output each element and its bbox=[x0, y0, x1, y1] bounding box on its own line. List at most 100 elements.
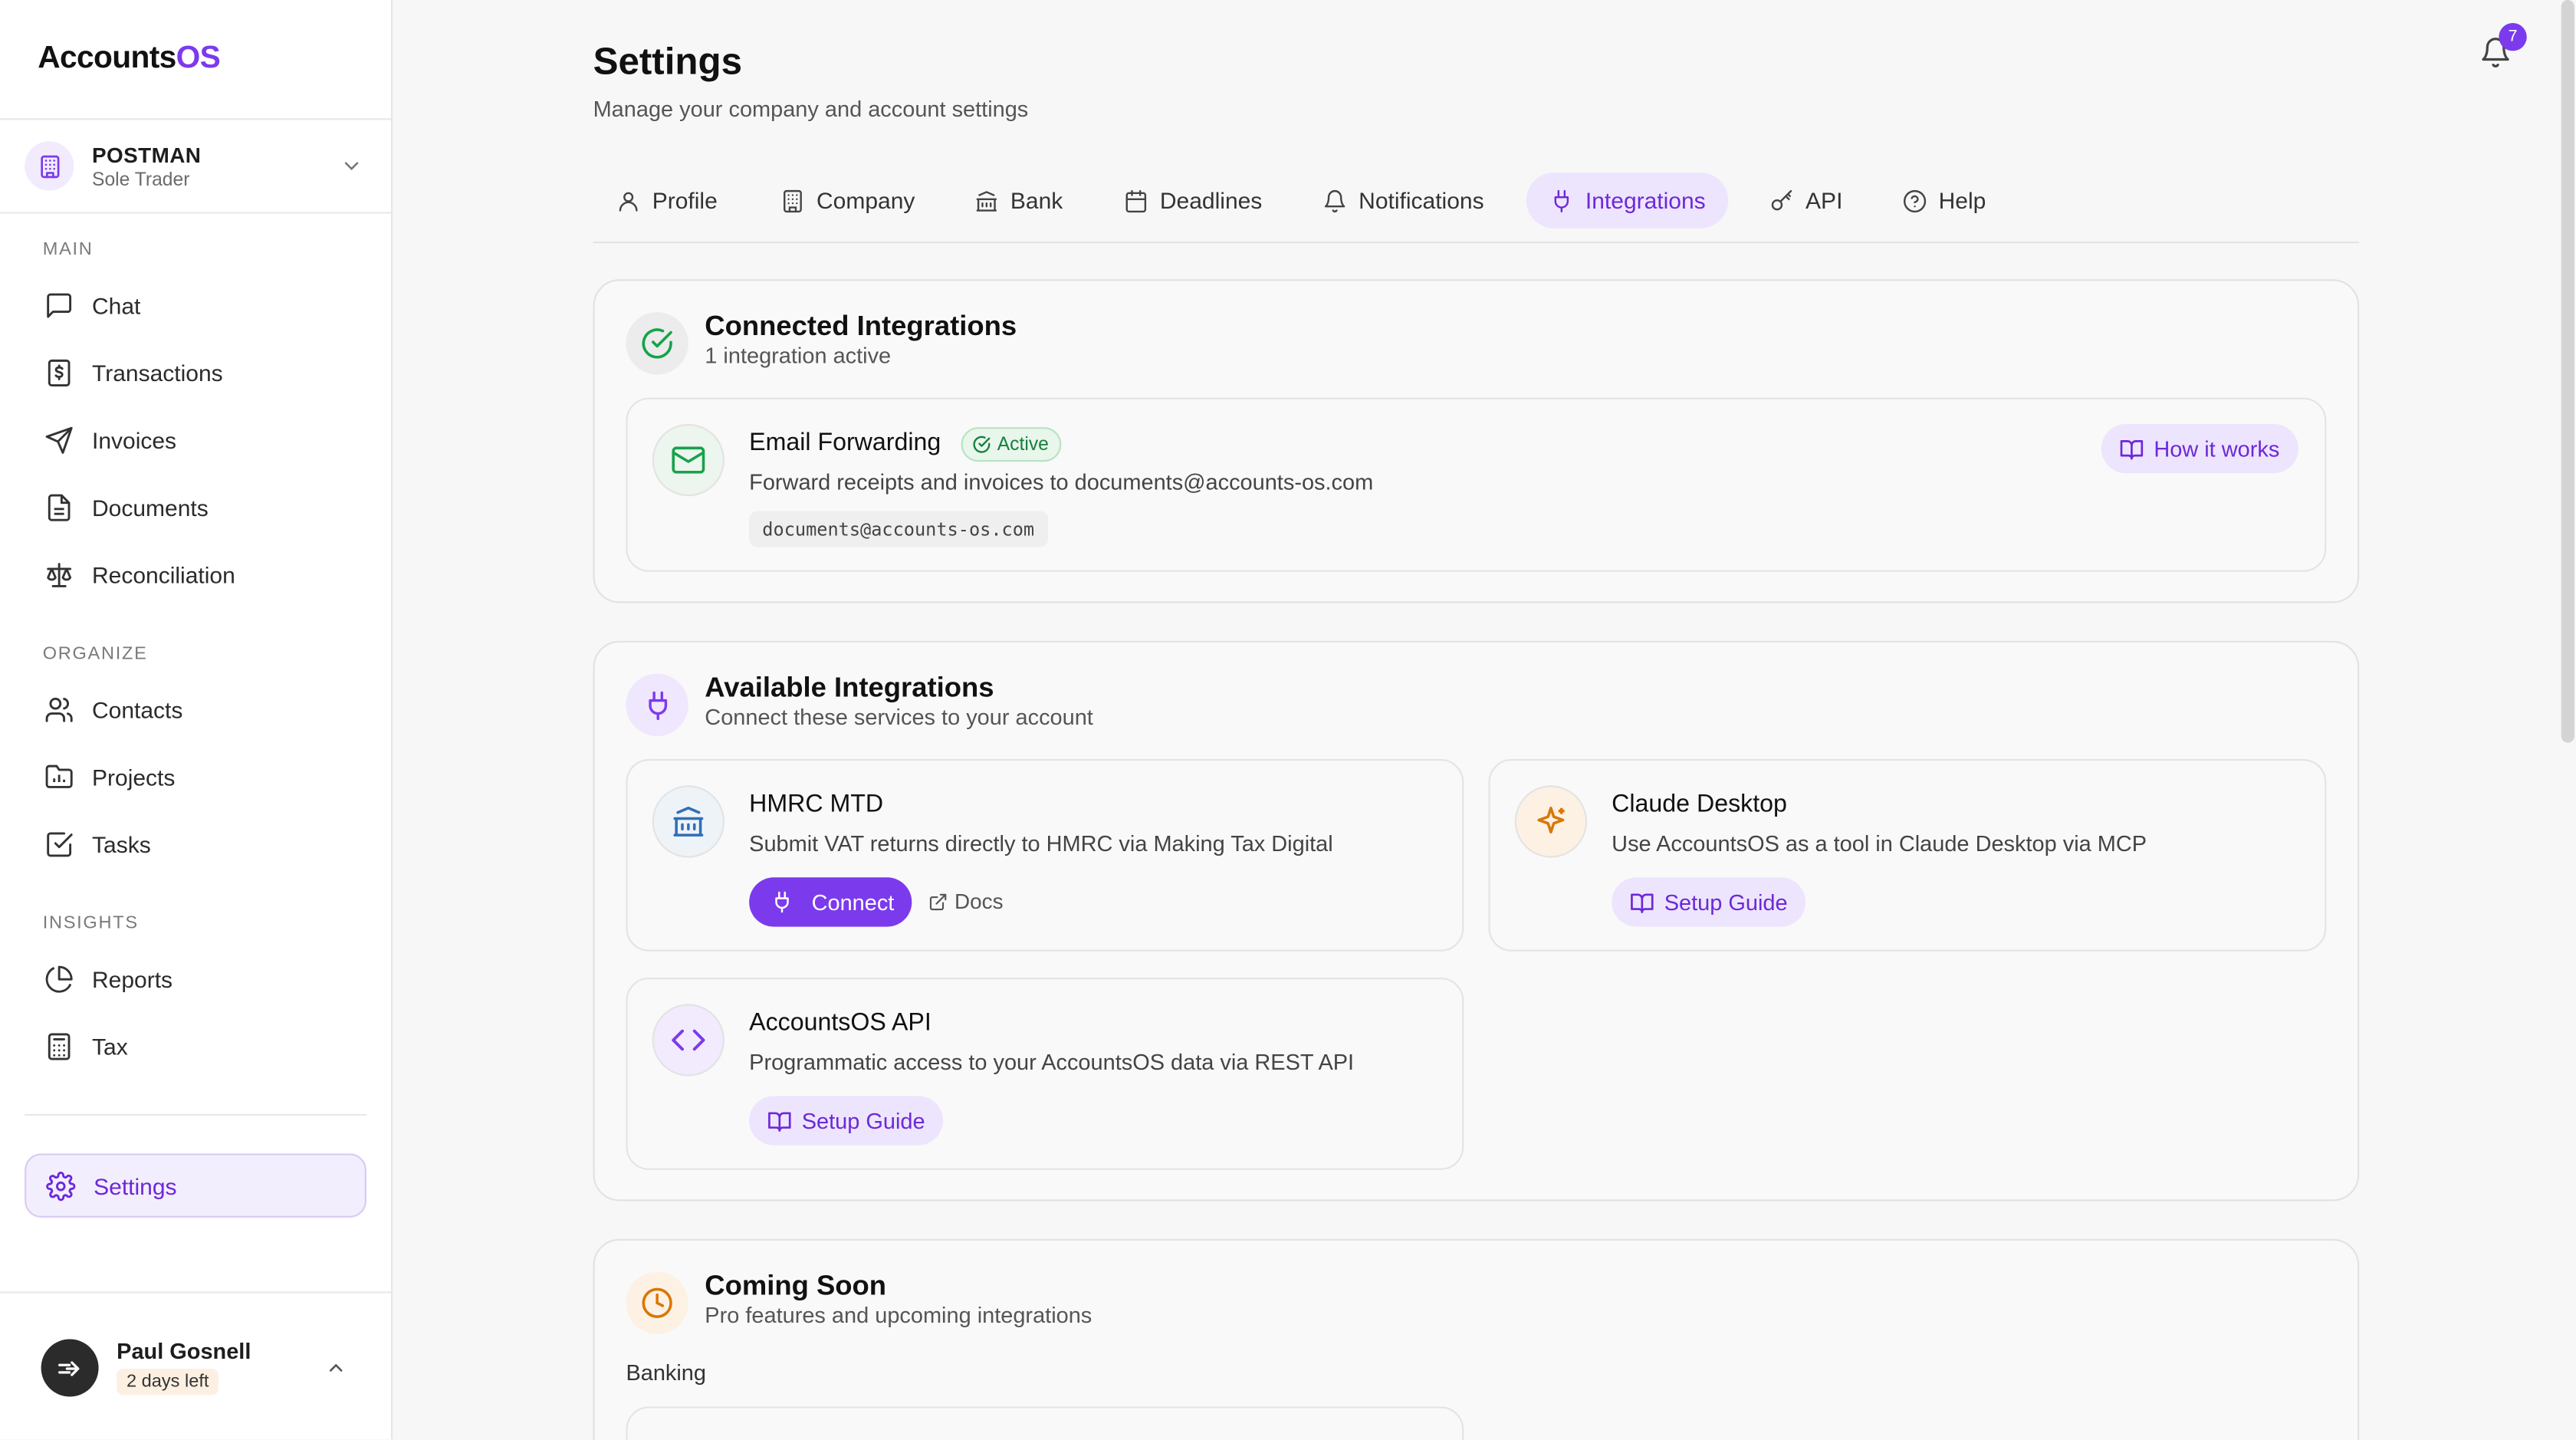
pie-chart-icon bbox=[43, 964, 74, 995]
mail-icon bbox=[652, 423, 725, 497]
book-icon bbox=[2120, 439, 2144, 459]
main-content: Settings Manage your company and account… bbox=[393, 0, 2576, 1440]
tab-help[interactable]: Help bbox=[1879, 173, 2009, 228]
bank-icon bbox=[652, 785, 725, 858]
tab-notifications[interactable]: Notifications bbox=[1300, 173, 1507, 228]
sidebar-item-reports[interactable]: Reports bbox=[25, 950, 366, 1009]
status-badge: Active bbox=[961, 427, 1063, 462]
sidebar-item-label: Projects bbox=[92, 764, 176, 791]
tab-api[interactable]: API bbox=[1746, 173, 1866, 228]
how-it-works-button[interactable]: How it works bbox=[2101, 423, 2298, 474]
email-forwarding-card: Email Forwarding Active Forward receipts… bbox=[626, 397, 2327, 572]
tab-label: Notifications bbox=[1359, 187, 1484, 214]
coming-soon-item bbox=[626, 1406, 1464, 1440]
sidebar-item-documents[interactable]: Documents bbox=[25, 478, 366, 538]
scrollbar[interactable] bbox=[2561, 0, 2574, 743]
sidebar-item-settings[interactable]: Settings bbox=[25, 1153, 366, 1218]
sidebar-item-label: Documents bbox=[92, 495, 209, 521]
sidebar-item-invoices[interactable]: Invoices bbox=[25, 411, 366, 470]
integration-description: Submit VAT returns directly to HMRC via … bbox=[749, 831, 1333, 856]
button-label: Setup Guide bbox=[801, 1108, 925, 1133]
connect-button[interactable]: Connect bbox=[749, 877, 912, 927]
tab-bank[interactable]: Bank bbox=[951, 173, 1086, 228]
company-switcher[interactable]: POSTMAN Sole Trader bbox=[0, 120, 391, 212]
sidebar-item-label: Reports bbox=[92, 966, 173, 993]
email-address-code[interactable]: documents@accounts-os.com bbox=[749, 511, 1048, 547]
sidebar-item-label: Invoices bbox=[92, 427, 177, 454]
user-name: Paul Gosnell bbox=[117, 1339, 251, 1364]
sidebar-item-label: Transactions bbox=[92, 360, 223, 386]
clock-icon bbox=[626, 1271, 688, 1335]
tab-label: Help bbox=[1938, 187, 1986, 214]
app-logo[interactable]: AccountsOS bbox=[38, 41, 221, 77]
sidebar: AccountsOS POSTMAN Sole Trader MAIN Chat… bbox=[0, 0, 393, 1440]
claude-desktop-card: Claude Desktop Use AccountsOS as a tool … bbox=[1488, 759, 2327, 952]
integration-description: Programmatic access to your AccountsOS d… bbox=[749, 1050, 1355, 1075]
company-type: Sole Trader bbox=[92, 169, 190, 190]
sidebar-item-transactions[interactable]: Transactions bbox=[25, 344, 366, 403]
integration-description: Use AccountsOS as a tool in Claude Deskt… bbox=[1612, 831, 2147, 856]
sidebar-item-tasks[interactable]: Tasks bbox=[25, 815, 366, 874]
plug-icon bbox=[775, 891, 789, 913]
setup-guide-button[interactable]: Setup Guide bbox=[749, 1096, 944, 1146]
sidebar-item-label: Contacts bbox=[92, 696, 183, 723]
integration-title: AccountsOS API bbox=[749, 1008, 932, 1037]
section-title: Coming Soon bbox=[705, 1270, 887, 1302]
book-icon bbox=[768, 1111, 791, 1131]
calendar-icon bbox=[1125, 189, 1147, 212]
tab-company[interactable]: Company bbox=[757, 173, 938, 228]
tab-deadlines[interactable]: Deadlines bbox=[1101, 173, 1286, 228]
plug-icon bbox=[1554, 189, 1569, 212]
integration-description: Forward receipts and invoices to documen… bbox=[749, 469, 1374, 495]
page-title: Settings bbox=[593, 39, 743, 83]
tab-profile[interactable]: Profile bbox=[593, 173, 741, 228]
tab-label: Deadlines bbox=[1159, 187, 1263, 214]
sidebar-item-projects[interactable]: Projects bbox=[25, 748, 366, 807]
coming-soon-card: Coming Soon Pro features and upcoming in… bbox=[593, 1238, 2360, 1440]
api-integration-card: AccountsOS API Programmatic access to yo… bbox=[626, 978, 1464, 1170]
receipt-icon bbox=[43, 357, 74, 389]
hmrc-integration-card: HMRC MTD Submit VAT returns directly to … bbox=[626, 759, 1464, 952]
trial-badge: 2 days left bbox=[117, 1369, 219, 1396]
tab-integrations[interactable]: Integrations bbox=[1526, 173, 1729, 228]
bank-icon bbox=[976, 190, 997, 211]
integration-title: Claude Desktop bbox=[1612, 790, 1787, 819]
button-label: How it works bbox=[2154, 436, 2280, 462]
avatar bbox=[41, 1339, 99, 1397]
sidebar-item-contacts[interactable]: Contacts bbox=[25, 680, 366, 739]
sparkle-icon bbox=[1514, 785, 1588, 858]
sidebar-item-label: Chat bbox=[92, 292, 141, 319]
sidebar-item-label: Reconciliation bbox=[92, 561, 235, 589]
tab-label: Profile bbox=[652, 187, 718, 214]
scale-icon bbox=[43, 560, 74, 591]
calculator-icon bbox=[43, 1031, 74, 1063]
sidebar-item-label: Settings bbox=[94, 1172, 177, 1199]
integration-title: HMRC MTD bbox=[749, 790, 884, 819]
chat-icon bbox=[43, 290, 74, 321]
help-icon bbox=[1903, 189, 1927, 212]
plug-icon bbox=[626, 673, 688, 737]
gear-icon bbox=[44, 1170, 76, 1202]
building-icon bbox=[784, 189, 802, 212]
section-label-main: MAIN bbox=[42, 239, 94, 260]
connected-integrations-card: Connected Integrations 1 integration act… bbox=[593, 279, 2360, 603]
checkbox-icon bbox=[43, 829, 74, 860]
tab-label: API bbox=[1806, 187, 1843, 214]
tab-label: Company bbox=[816, 187, 915, 214]
integration-title: Email Forwarding bbox=[749, 429, 941, 457]
sidebar-item-chat[interactable]: Chat bbox=[25, 276, 366, 335]
sidebar-item-tax[interactable]: Tax bbox=[25, 1017, 366, 1076]
section-title: Connected Integrations bbox=[705, 311, 1017, 342]
setup-guide-button[interactable]: Setup Guide bbox=[1612, 877, 1806, 927]
tab-label: Integrations bbox=[1585, 187, 1706, 214]
bell-icon bbox=[1324, 189, 1346, 212]
chevron-up-icon bbox=[325, 1357, 347, 1379]
sidebar-item-reconciliation[interactable]: Reconciliation bbox=[25, 545, 366, 604]
user-menu[interactable]: Paul Gosnell 2 days left bbox=[0, 1291, 392, 1439]
section-subtitle: Connect these services to your account bbox=[705, 705, 1093, 730]
key-icon bbox=[1771, 189, 1792, 210]
settings-tabs: Profile Company Bank Deadlines Notificat… bbox=[593, 173, 2360, 244]
group-label: Banking bbox=[626, 1360, 707, 1386]
sidebar-item-label: Tasks bbox=[92, 831, 151, 858]
docs-link[interactable]: Docs bbox=[928, 889, 1004, 913]
